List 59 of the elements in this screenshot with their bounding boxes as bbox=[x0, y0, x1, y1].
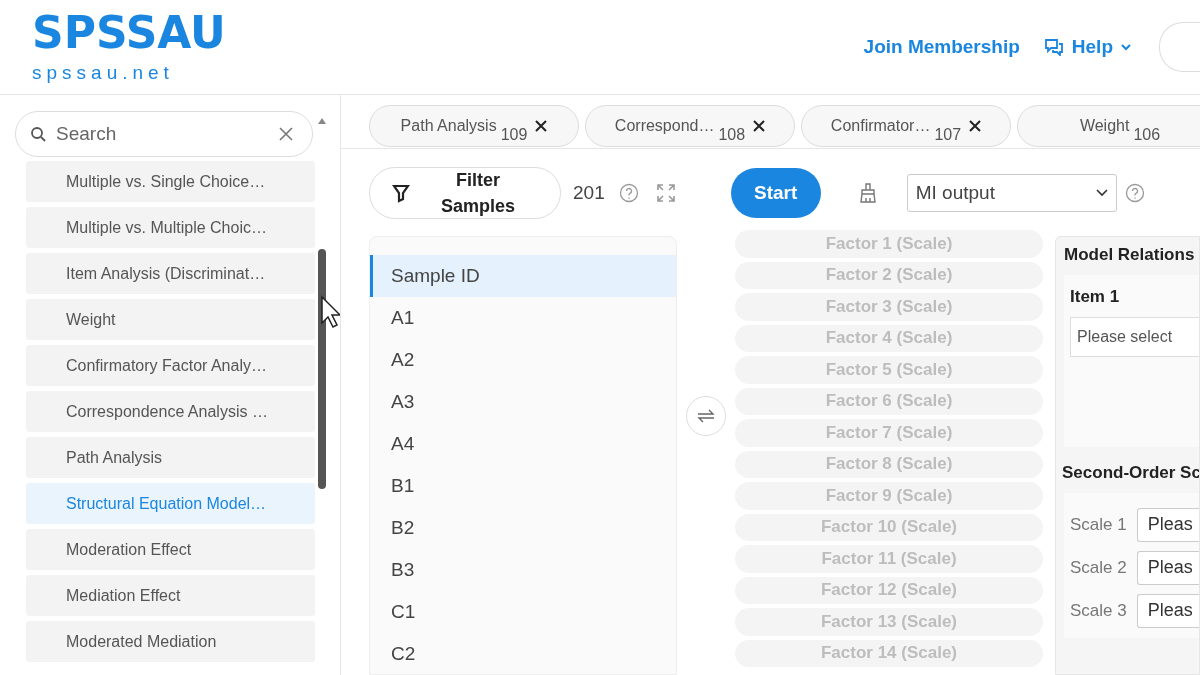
sidebar-item[interactable]: Mediation Effect bbox=[26, 575, 315, 616]
caret-icon bbox=[1095, 189, 1108, 197]
variable-item[interactable]: B1 bbox=[370, 465, 676, 507]
variable-item[interactable]: A1 bbox=[370, 297, 676, 339]
caret-icon bbox=[1121, 43, 1131, 51]
scale-label: Scale 2 bbox=[1070, 557, 1127, 578]
start-button[interactable]: Start bbox=[730, 168, 821, 218]
help-icon[interactable] bbox=[618, 183, 639, 203]
scroll-up-icon[interactable] bbox=[317, 117, 327, 125]
analysis-tab[interactable]: Confirmator… 107 bbox=[801, 105, 1011, 147]
close-icon[interactable] bbox=[535, 120, 548, 132]
logo-subtitle: spssau.net bbox=[32, 62, 175, 84]
membership-link[interactable]: Join Membership bbox=[863, 36, 1020, 58]
item-select[interactable]: Please select bbox=[1070, 317, 1199, 357]
analysis-tab[interactable]: Path Analysis 109 bbox=[369, 105, 579, 147]
mouse-pointer-icon bbox=[320, 295, 340, 329]
sidebar-item[interactable]: Correspondence Analysis … bbox=[26, 391, 315, 432]
scale-select[interactable]: Pleas bbox=[1136, 550, 1199, 585]
close-icon[interactable] bbox=[969, 120, 982, 132]
panel-title: Model Relations bbox=[1064, 245, 1196, 265]
chat-icon bbox=[1043, 38, 1064, 56]
sidebar-item[interactable]: Structural Equation Model… bbox=[26, 483, 315, 524]
variable-item[interactable]: C2 bbox=[370, 633, 676, 675]
variable-item[interactable]: B2 bbox=[370, 507, 676, 549]
sidebar-item[interactable]: Multiple vs. Multiple Choic… bbox=[26, 207, 315, 248]
fullscreen-icon[interactable] bbox=[656, 184, 675, 202]
variable-item[interactable]: A4 bbox=[370, 423, 676, 465]
filter-icon bbox=[392, 183, 410, 203]
sidebar-item[interactable]: Moderation Effect bbox=[26, 529, 315, 570]
output-select[interactable]: MI output bbox=[906, 174, 1117, 212]
scale-select[interactable]: Pleas bbox=[1136, 593, 1199, 628]
search-icon bbox=[30, 126, 46, 142]
search-field[interactable]: Search bbox=[15, 111, 313, 157]
scrollbar[interactable] bbox=[318, 249, 326, 489]
variable-item[interactable]: B3 bbox=[370, 549, 676, 591]
variable-item[interactable]: C1 bbox=[370, 591, 676, 633]
sidebar-item[interactable]: Moderated Mediation bbox=[26, 621, 315, 662]
close-icon[interactable] bbox=[753, 120, 766, 132]
analysis-tab[interactable]: Correspond… 108 bbox=[585, 105, 795, 147]
help-icon[interactable] bbox=[1124, 183, 1145, 203]
sidebar-item[interactable]: Path Analysis bbox=[26, 437, 315, 478]
filter-samples-button[interactable]: Filter Samples bbox=[369, 167, 561, 219]
scale-label: Scale 1 bbox=[1070, 514, 1127, 535]
sidebar-item[interactable]: Confirmatory Factor Analy… bbox=[26, 345, 315, 386]
logo[interactable]: SPSSAU bbox=[32, 10, 226, 56]
sidebar-item[interactable]: Weight bbox=[26, 299, 315, 340]
sample-count: 201 bbox=[573, 182, 605, 204]
sidebar-item[interactable]: Item Analysis (Discriminat… bbox=[26, 253, 315, 294]
analysis-tab[interactable]: Weight 106 bbox=[1017, 105, 1200, 147]
variable-item[interactable]: Sample ID bbox=[370, 255, 676, 297]
swap-icon bbox=[697, 407, 715, 424]
help-menu[interactable]: Help bbox=[1043, 36, 1131, 58]
item-label: Item 1 bbox=[1070, 287, 1121, 307]
sidebar-item[interactable]: Multiple vs. Single Choice… bbox=[26, 161, 315, 202]
swap-button[interactable] bbox=[686, 395, 726, 436]
variable-item[interactable]: A2 bbox=[370, 339, 676, 381]
variable-item[interactable]: A3 bbox=[370, 381, 676, 423]
scale-label: Scale 3 bbox=[1070, 600, 1127, 621]
scale-select[interactable]: Pleas bbox=[1136, 507, 1199, 542]
